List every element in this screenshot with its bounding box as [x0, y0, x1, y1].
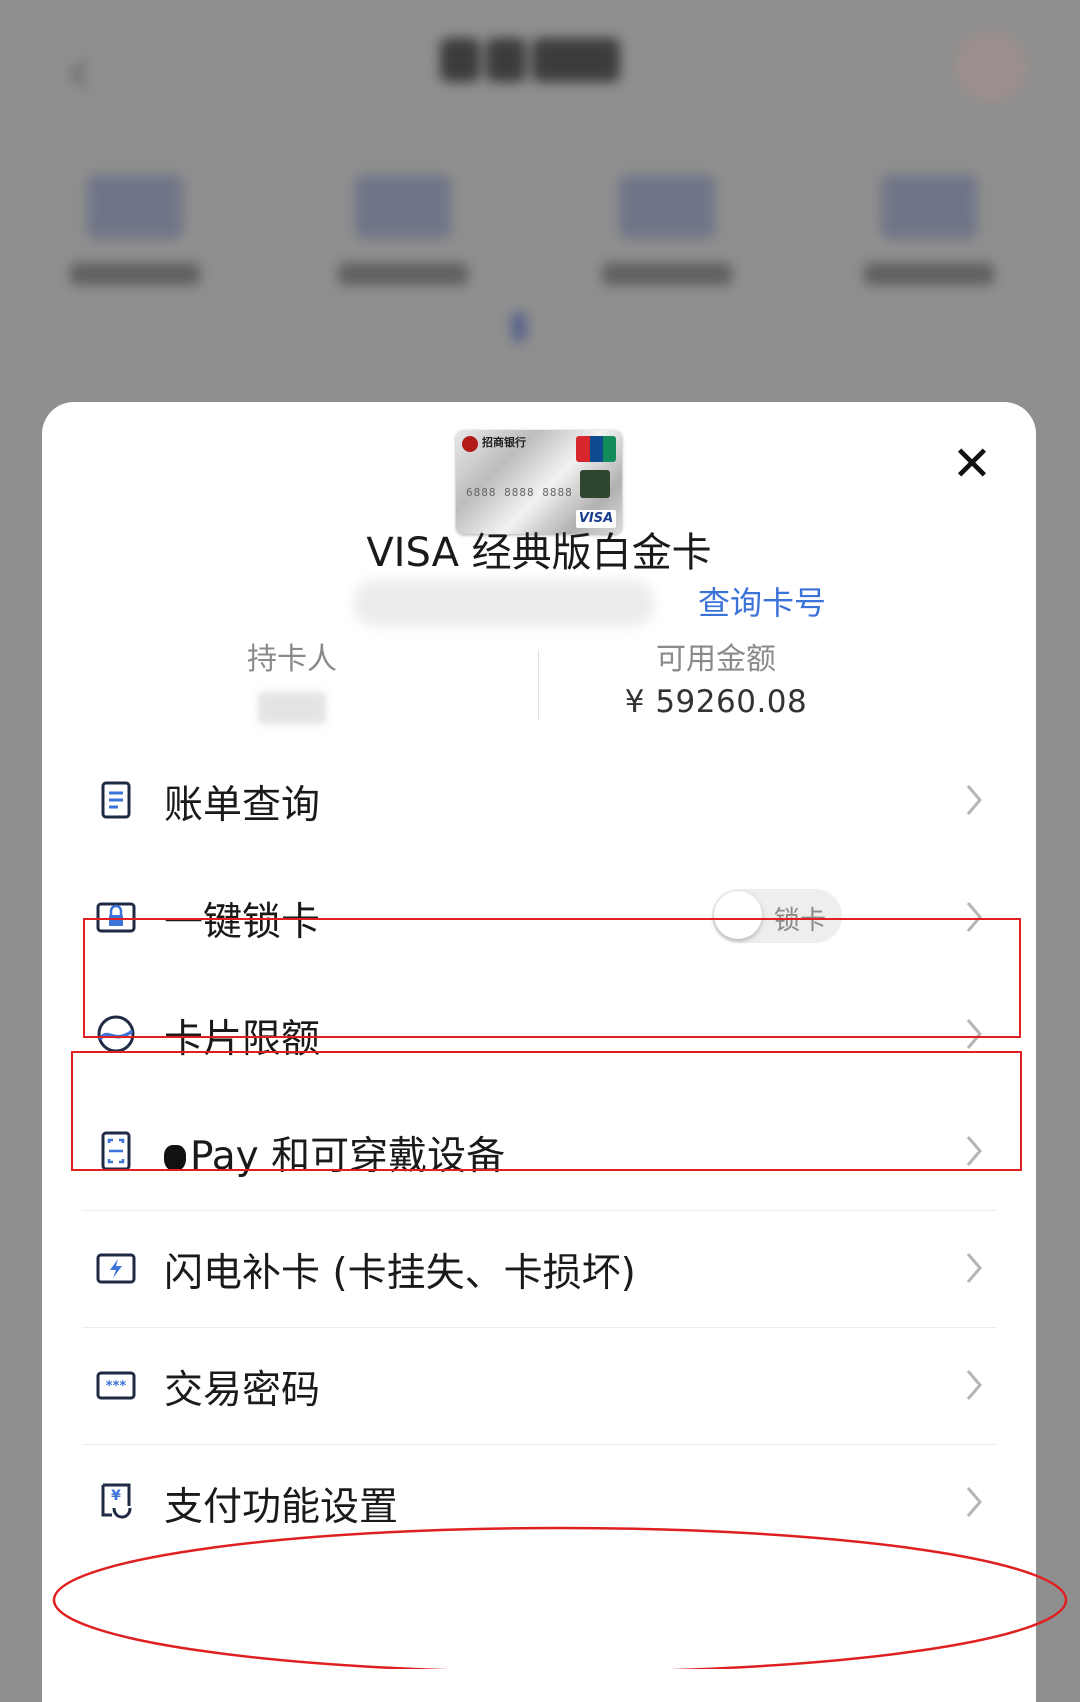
bank-logo-icon — [462, 436, 478, 452]
cardholder-block: 持卡人 — [92, 634, 492, 724]
card-number-print: 6888 8888 8888 — [466, 486, 573, 499]
card-number-masked — [354, 580, 654, 626]
query-card-number-link[interactable]: 查询卡号 — [698, 578, 826, 624]
chevron-right-icon — [966, 1253, 982, 1283]
annotation-box-lock-card — [83, 918, 1021, 1038]
annotation-box-card-limit — [71, 1051, 1022, 1171]
back-icon: ‹ — [66, 35, 92, 109]
background-shortcut — [572, 175, 762, 285]
balance-value: ¥ 59260.08 — [624, 684, 808, 720]
bank-logo-text: 招商银行 — [482, 436, 526, 449]
card-info-row: 持卡人 可用金额 ¥ 59260.08 — [42, 634, 1036, 724]
menu-item-bill-query[interactable]: 账单查询 — [42, 742, 1036, 859]
balance-label: 可用金额 — [656, 642, 776, 677]
hologram-icon — [580, 470, 610, 498]
chevron-right-icon — [966, 1370, 982, 1400]
bill-icon — [101, 781, 131, 819]
avatar — [955, 30, 1027, 102]
cardholder-label: 持卡人 — [247, 642, 337, 677]
flash-card-icon — [96, 1253, 136, 1284]
background-shortcut — [308, 175, 498, 285]
svg-text:¥: ¥ — [111, 1488, 121, 1504]
chevron-right-icon — [966, 785, 982, 815]
menu-item-label: 交易密码 — [164, 1368, 321, 1413]
chevron-right-icon — [966, 1487, 982, 1517]
unionpay-logo-icon — [576, 436, 616, 462]
card-name: VISA 经典版白金卡 — [366, 530, 712, 576]
cardholder-name-masked — [258, 692, 326, 724]
svg-text:***: *** — [106, 1379, 127, 1394]
background-page: ‹ — [0, 0, 1080, 400]
menu-item-flash-reissue[interactable]: 闪电补卡 (卡挂失、卡损坏) — [42, 1210, 1036, 1327]
payment-settings-icon: ¥ — [101, 1483, 132, 1519]
annotation-ellipse-payment-settings — [52, 1526, 1068, 1669]
credit-card-image: 招商银行 6888 8888 8888 VISA — [456, 430, 622, 534]
background-shortcut — [40, 175, 230, 285]
background-shortcut — [834, 175, 1024, 285]
page-indicator — [512, 312, 526, 342]
menu-item-label: 账单查询 — [164, 783, 321, 828]
menu-item-transaction-password[interactable]: *** 交易密码 — [42, 1327, 1036, 1444]
password-icon: *** — [96, 1371, 136, 1400]
menu-item-label: 闪电补卡 (卡挂失、卡损坏) — [164, 1251, 636, 1296]
close-icon[interactable]: ✕ — [950, 440, 994, 488]
balance-block: 可用金额 ¥ 59260.08 — [516, 634, 916, 720]
background-title — [440, 38, 640, 94]
